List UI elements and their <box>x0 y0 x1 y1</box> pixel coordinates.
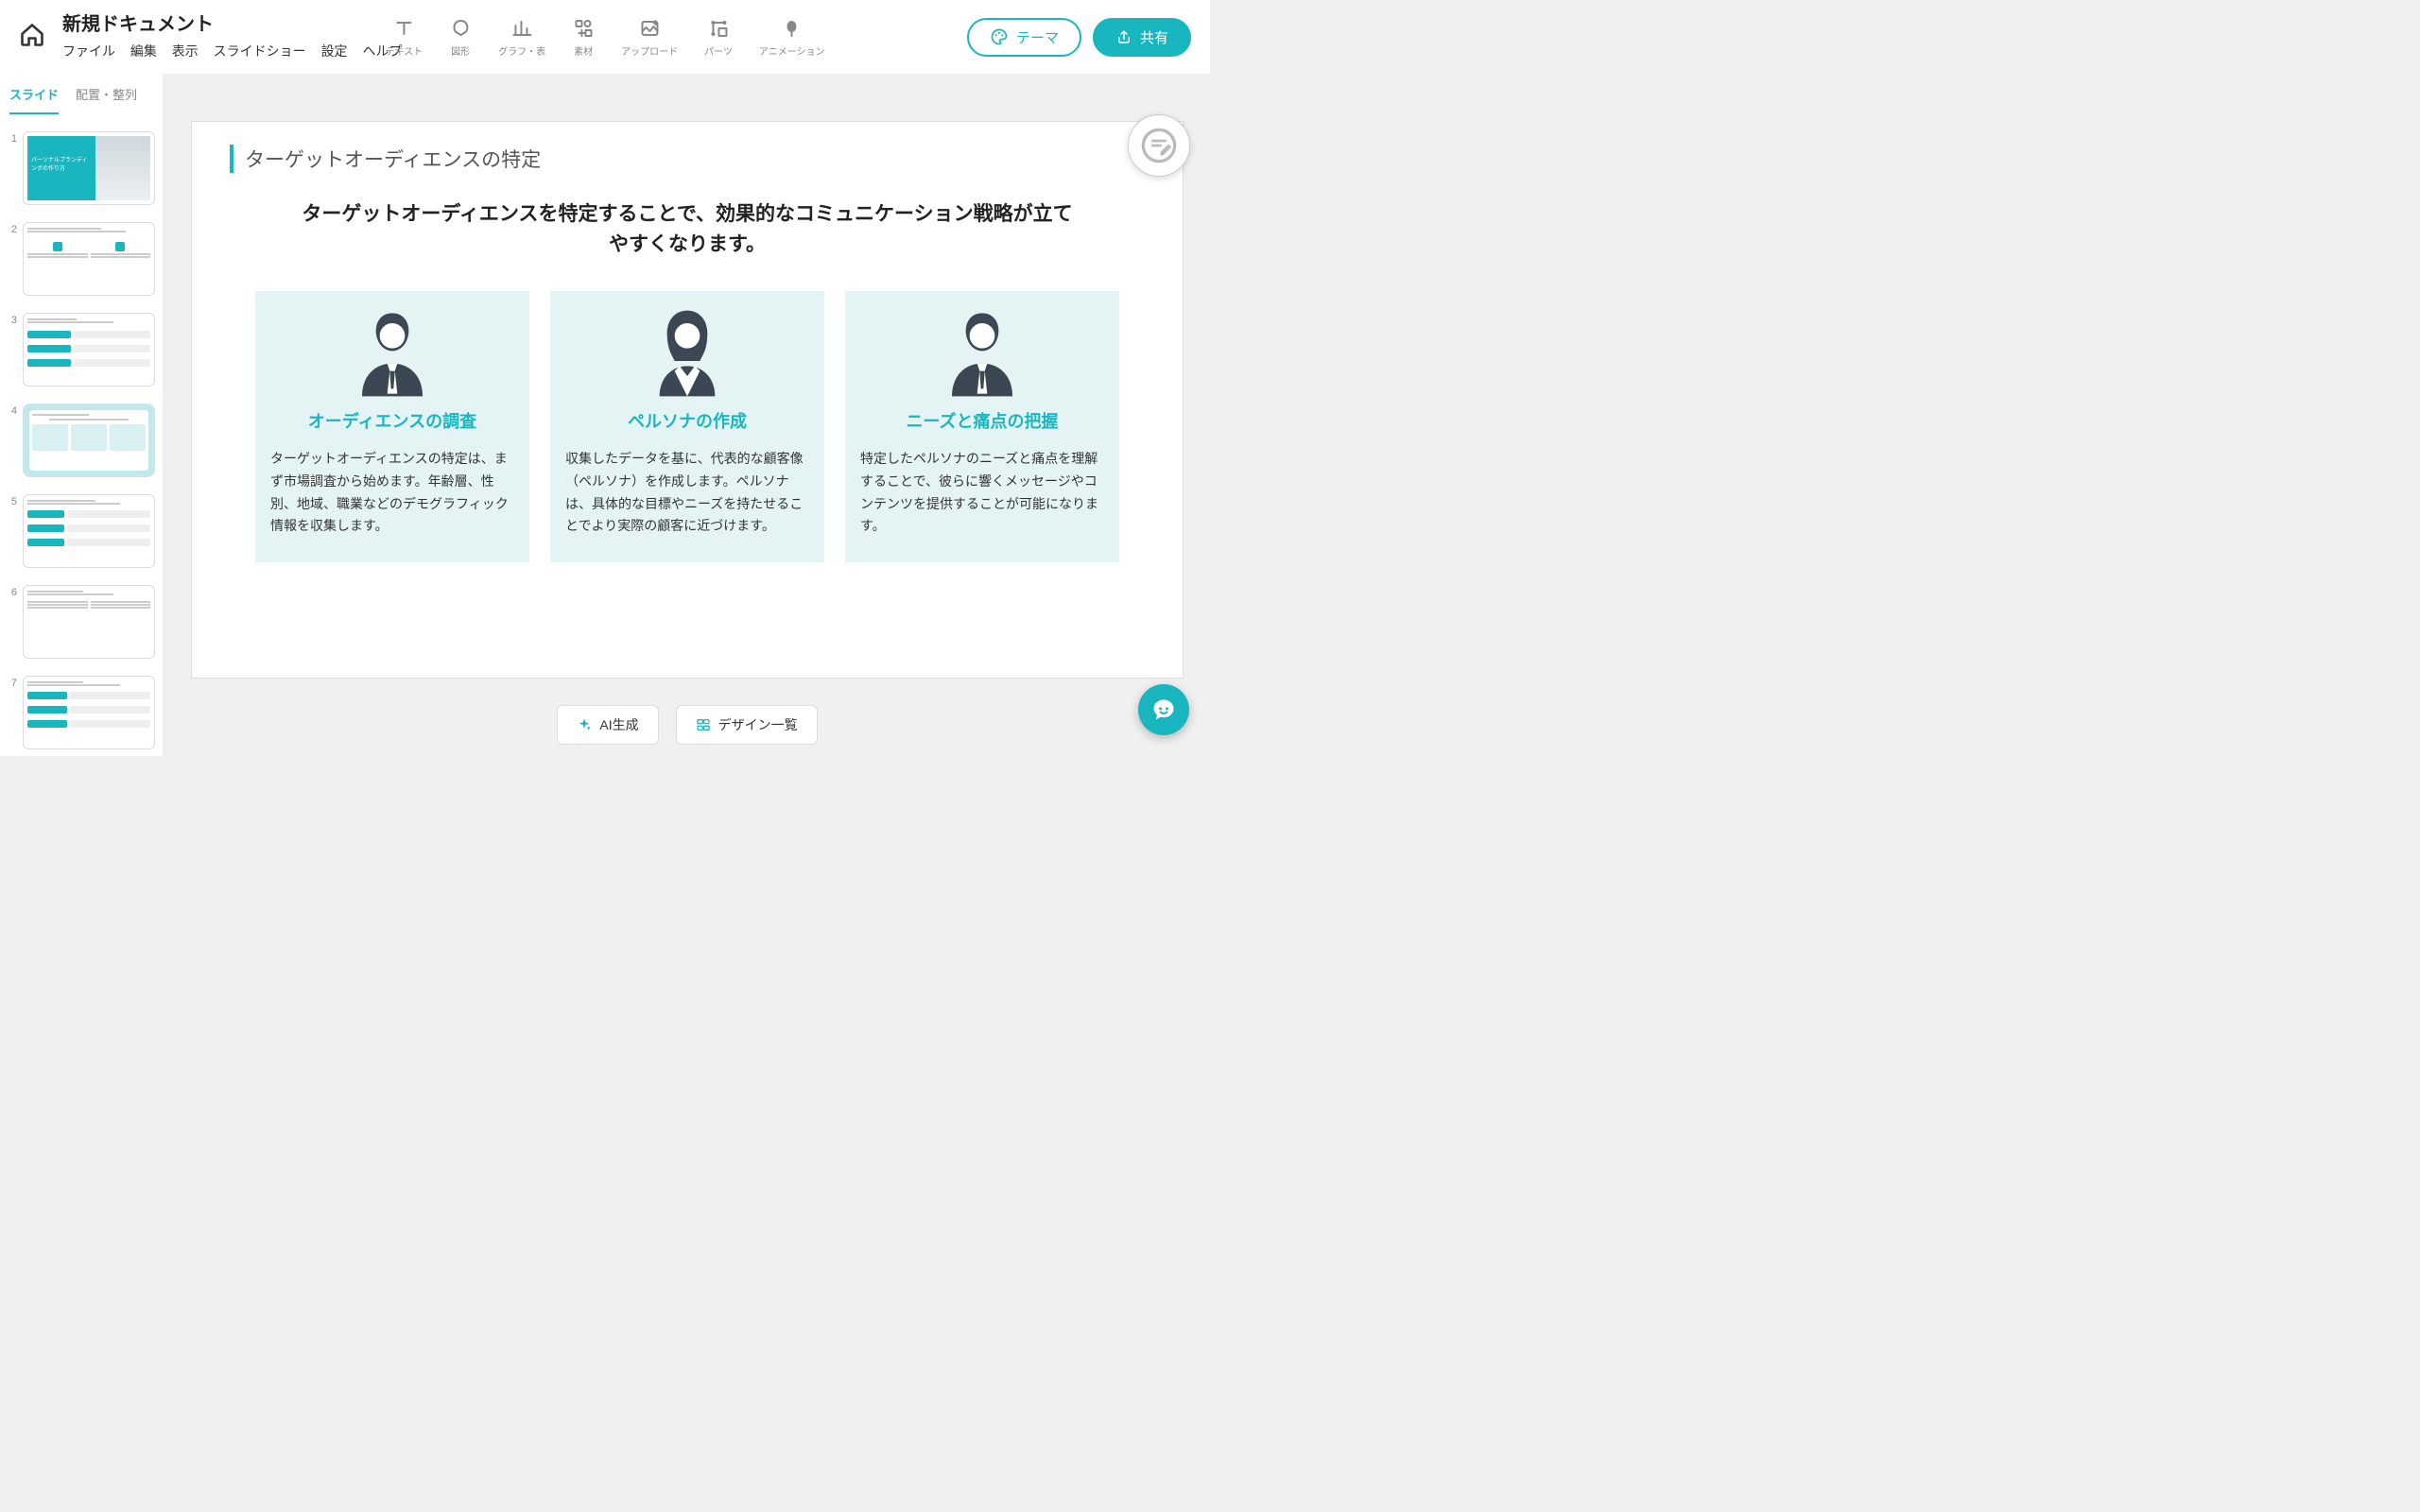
card-3-body: 特定したペルソナのニーズと痛点を理解することで、彼らに響くメッセージやコンテンツ… <box>860 448 1104 538</box>
card-2[interactable]: ペルソナの作成 収集したデータを基に、代表的な顧客像（ペルソナ）を作成します。ペ… <box>550 291 824 562</box>
share-button-label: 共有 <box>1140 27 1168 47</box>
ai-generate-label: AI生成 <box>599 715 638 734</box>
tool-parts[interactable]: パーツ <box>704 17 733 58</box>
sparkle-icon <box>577 717 592 732</box>
ai-generate-button[interactable]: AI生成 <box>557 705 658 745</box>
left-tabs: スライド 配置・整列 <box>0 74 163 114</box>
menu-settings[interactable]: 設定 <box>321 43 348 59</box>
tool-anim-label: アニメーション <box>759 43 825 58</box>
tool-chart-label: グラフ・表 <box>498 43 545 58</box>
menu-file[interactable]: ファイル <box>62 43 115 59</box>
card-1[interactable]: オーディエンスの調査 ターゲットオーディエンスの特定は、まず市場調査から始めます… <box>255 291 529 562</box>
menu-bar: ファイル 編集 表示 スライドショー 設定 ヘルプ <box>62 42 413 60</box>
card-1-body: ターゲットオーディエンスの特定は、まず市場調査から始めます。年齢層、性別、地域、… <box>270 448 514 538</box>
design-list-button[interactable]: デザイン一覧 <box>676 705 818 745</box>
design-list-label: デザイン一覧 <box>718 715 798 734</box>
pen-circle-icon <box>1140 127 1178 164</box>
card-row: オーディエンスの調査 ターゲットオーディエンスの特定は、まず市場調査から始めます… <box>230 291 1145 562</box>
card-2-heading: ペルソナの作成 <box>628 408 747 433</box>
tool-shape-label: 図形 <box>451 43 470 58</box>
menu-slideshow[interactable]: スライドショー <box>214 43 306 59</box>
thumb-slide-5[interactable] <box>23 494 155 568</box>
tool-text-label: テキスト <box>385 43 423 58</box>
tool-asset[interactable]: 素材 <box>572 17 595 58</box>
menu-view[interactable]: 表示 <box>172 43 199 59</box>
text-icon <box>392 17 415 40</box>
thumb-slide-3[interactable] <box>23 313 155 387</box>
tool-upload[interactable]: アップロード <box>621 17 678 58</box>
tool-asset-label: 素材 <box>574 43 593 58</box>
thumb-1-title: パーソナルブランディングの作り方 <box>27 136 95 200</box>
asset-icon <box>572 17 595 40</box>
chat-fab[interactable] <box>1138 684 1189 735</box>
canvas-area: ターゲットオーディエンスの特定 ターゲットオーディエンスを特定することで、効果的… <box>163 74 1212 756</box>
upload-icon <box>638 17 661 40</box>
person-male-icon <box>352 308 433 399</box>
slide-canvas[interactable]: ターゲットオーディエンスの特定 ターゲットオーディエンスを特定することで、効果的… <box>191 121 1184 679</box>
tab-arrange[interactable]: 配置・整列 <box>76 85 137 114</box>
thumb-number: 6 <box>8 585 17 598</box>
thumb-number: 7 <box>8 676 17 689</box>
layout-icon <box>696 717 711 732</box>
person-female-icon <box>647 308 728 399</box>
app-header: 新規ドキュメント ファイル 編集 表示 スライドショー 設定 ヘルプ テキスト … <box>0 0 1210 74</box>
tool-shape[interactable]: 図形 <box>449 17 472 58</box>
doc-title[interactable]: 新規ドキュメント <box>62 13 413 36</box>
chat-icon <box>1150 696 1177 723</box>
tool-chart[interactable]: グラフ・表 <box>498 17 545 58</box>
chart-icon <box>510 17 533 40</box>
main: スライド 配置・整列 1 パーソナルブランディングの作り方 2 <box>0 74 1210 756</box>
left-panel: スライド 配置・整列 1 パーソナルブランディングの作り方 2 <box>0 74 163 756</box>
card-1-heading: オーディエンスの調査 <box>308 408 476 433</box>
share-icon <box>1115 28 1132 45</box>
theme-button[interactable]: テーマ <box>967 18 1081 57</box>
toolbar: テキスト 図形 グラフ・表 素材 アップロード パーツ アニメーション <box>385 17 824 58</box>
thumb-slide-6[interactable] <box>23 585 155 659</box>
thumb-number: 2 <box>8 222 17 235</box>
tool-upload-label: アップロード <box>621 43 678 58</box>
thumb-slide-1[interactable]: パーソナルブランディングの作り方 <box>23 131 155 205</box>
tool-parts-label: パーツ <box>704 43 733 58</box>
thumb-number: 4 <box>8 404 17 417</box>
tool-anim[interactable]: アニメーション <box>759 17 825 58</box>
slide-title[interactable]: ターゲットオーディエンスの特定 <box>230 145 1145 173</box>
quick-action-fab[interactable] <box>1128 114 1190 177</box>
thumb-slide-7[interactable] <box>23 676 155 749</box>
slide-lead[interactable]: ターゲットオーディエンスを特定することで、効果的なコミュニケーション戦略が立てや… <box>300 199 1075 259</box>
bottom-bar: AI生成 デザイン一覧 <box>557 705 817 745</box>
thumb-number: 3 <box>8 313 17 326</box>
doc-block: 新規ドキュメント ファイル 編集 表示 スライドショー 設定 ヘルプ <box>62 13 413 60</box>
card-3[interactable]: ニーズと痛点の把握 特定したペルソナのニーズと痛点を理解することで、彼らに響くメ… <box>845 291 1119 562</box>
share-button[interactable]: 共有 <box>1093 18 1191 57</box>
header-right: テーマ 共有 <box>967 18 1191 57</box>
card-3-heading: ニーズと痛点の把握 <box>906 408 1058 433</box>
thumb-number: 1 <box>8 131 17 145</box>
shape-icon <box>449 17 472 40</box>
person-male2-icon <box>942 308 1023 399</box>
thumb-number: 5 <box>8 494 17 507</box>
home-icon[interactable] <box>19 22 45 53</box>
parts-icon <box>707 17 730 40</box>
theme-button-label: テーマ <box>1016 27 1059 47</box>
palette-icon <box>990 27 1009 46</box>
menu-edit[interactable]: 編集 <box>130 43 157 59</box>
tool-text[interactable]: テキスト <box>385 17 423 58</box>
card-2-body: 収集したデータを基に、代表的な顧客像（ペルソナ）を作成します。ペルソナは、具体的… <box>565 448 809 538</box>
thumb-slide-4[interactable] <box>23 404 155 477</box>
anim-icon <box>781 17 804 40</box>
tab-slides[interactable]: スライド <box>9 85 59 114</box>
thumb-slide-2[interactable] <box>23 222 155 296</box>
slide-thumbnails: 1 パーソナルブランディングの作り方 2 3 <box>0 114 163 756</box>
